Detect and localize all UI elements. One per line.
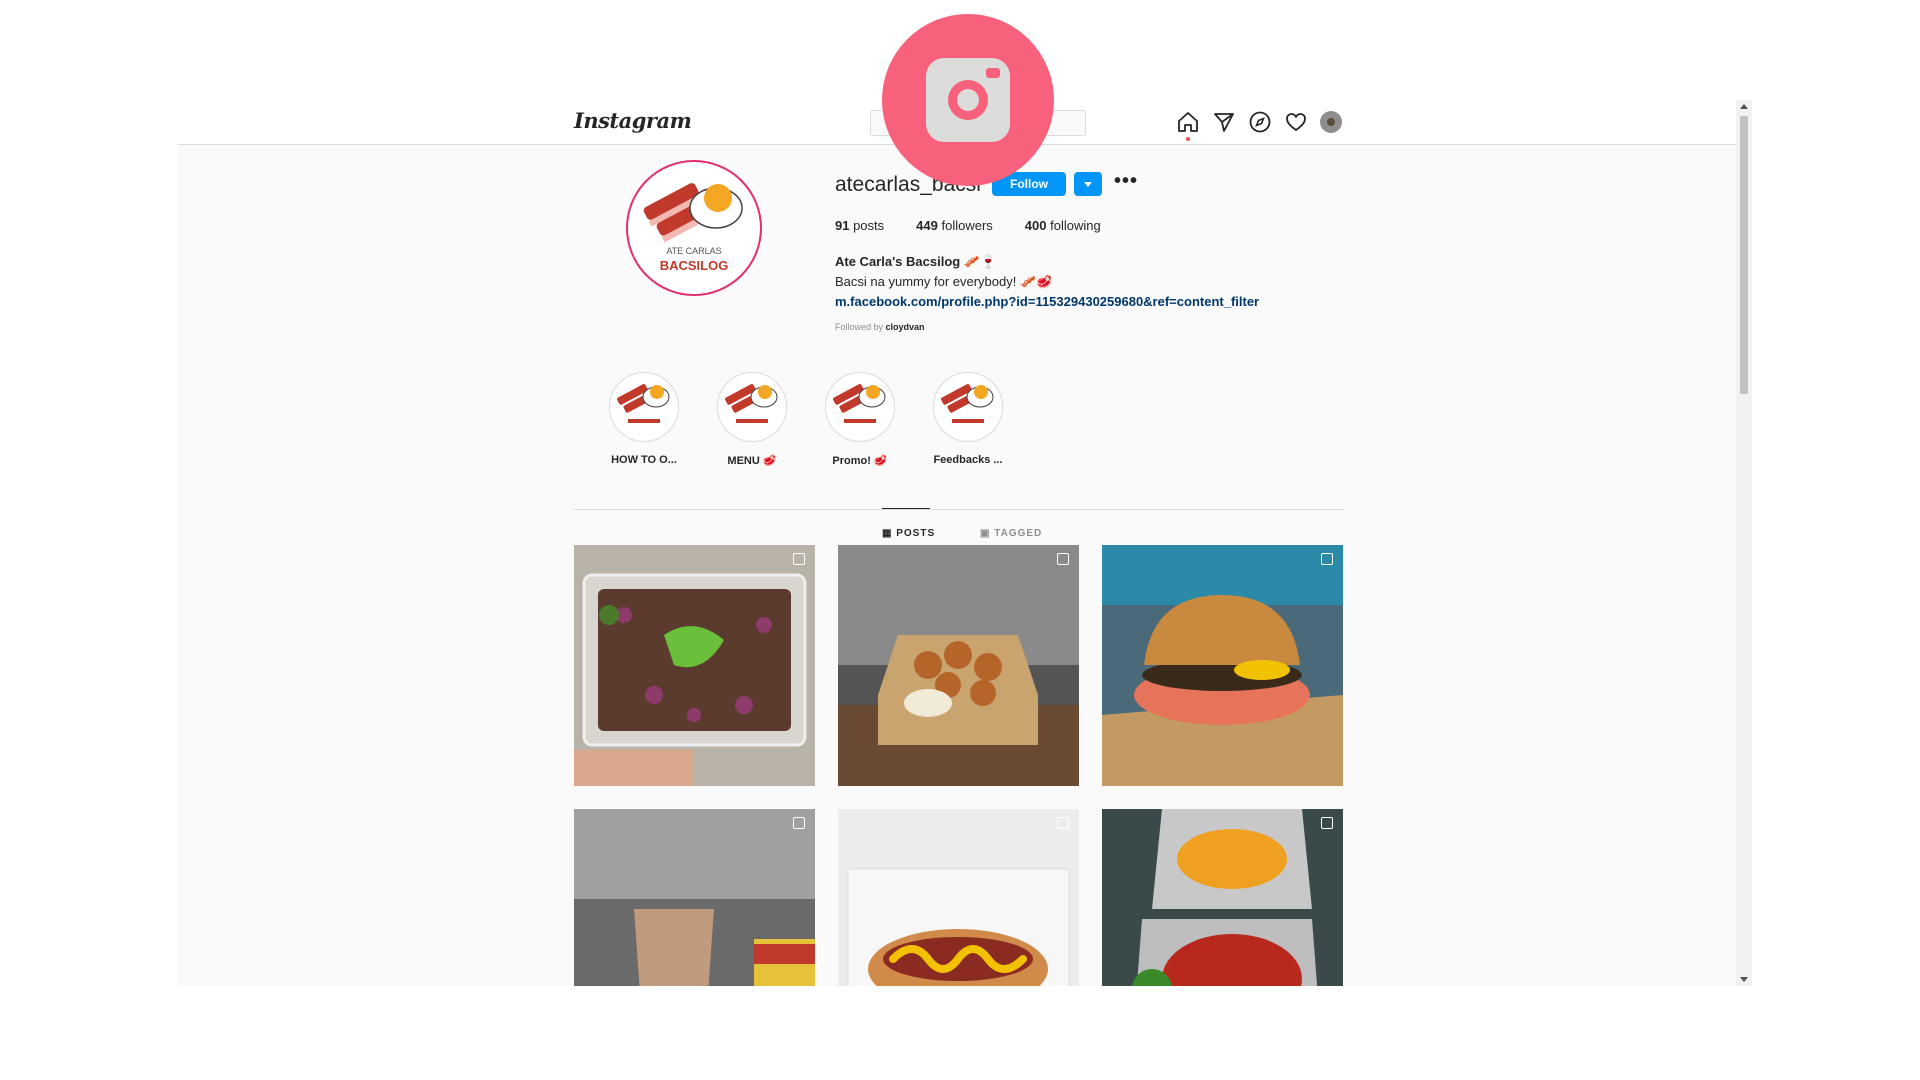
following-count[interactable]: 400 following <box>1025 218 1101 233</box>
page-scrollbar[interactable] <box>1736 100 1752 986</box>
bio-link[interactable]: m.facebook.com/profile.php?id=1153294302… <box>835 292 1259 312</box>
nav-icons <box>1176 110 1356 141</box>
camera-flash <box>986 68 1000 78</box>
followers-count[interactable]: 449 followers <box>916 218 993 233</box>
avatar <box>1320 111 1342 133</box>
highlight-label: HOW TO O... <box>611 454 677 466</box>
followed-by[interactable]: Followed by cloydvan <box>835 322 925 332</box>
story-highlights: HOW TO O... MENU 🥩 Promo! 🥩 Feedbacks ..… <box>608 372 1040 467</box>
highlight-cover <box>717 372 787 442</box>
tabs-divider <box>574 509 1344 510</box>
tab-posts[interactable]: ▦ POSTS <box>882 528 935 539</box>
highlight-cover <box>609 372 679 442</box>
post-thumbnail[interactable] <box>1102 545 1343 786</box>
profile-picture[interactable]: ATE CARLAS BACSILOG <box>626 160 762 296</box>
post-thumbnail[interactable] <box>574 809 815 986</box>
highlight-label: MENU 🥩 <box>727 455 777 467</box>
logo-text-top: ATE CARLAS <box>666 246 721 256</box>
highlight-cover <box>825 372 895 442</box>
highlight-menu[interactable]: MENU 🥩 <box>716 372 788 467</box>
explore-icon[interactable] <box>1248 110 1274 136</box>
multi-photo-icon <box>1321 817 1333 829</box>
multi-photo-icon <box>793 553 805 565</box>
highlight-feedbacks[interactable]: Feedbacks ... <box>932 372 1004 467</box>
posts-count: 91 posts <box>835 218 885 233</box>
notification-dot <box>1186 137 1190 141</box>
highlight-label: Promo! 🥩 <box>832 455 888 467</box>
scrollbar-thumb[interactable] <box>1740 116 1748 394</box>
browser-viewport: Instagram ATE CARLAS BACSILOG atecarlas_… <box>178 100 1752 986</box>
profile-avatar-icon[interactable] <box>1320 110 1346 136</box>
post-thumbnail[interactable] <box>838 809 1079 986</box>
camera-lens <box>948 80 988 120</box>
highlight-cover <box>933 372 1003 442</box>
direct-message-icon[interactable] <box>1212 110 1238 136</box>
suggested-accounts-dropdown-button[interactable] <box>1074 172 1102 196</box>
multi-photo-icon <box>1057 817 1069 829</box>
multi-photo-icon <box>1057 553 1069 565</box>
instagram-camera-icon <box>882 14 1054 186</box>
tab-tagged[interactable]: ▣ TAGGED <box>980 528 1042 539</box>
bio-text: Bacsi na yummy for everybody! 🥓🥩 <box>835 274 1053 289</box>
active-tab-indicator <box>882 508 930 509</box>
profile-bio: Ate Carla's Bacsilog 🥓🍷 Bacsi na yummy f… <box>835 252 1259 312</box>
multi-photo-icon <box>793 817 805 829</box>
profile-stats: 91 posts 449 followers 400 following <box>835 218 1133 233</box>
multi-photo-icon <box>1321 553 1333 565</box>
bio-full-name: Ate Carla's Bacsilog 🥓🍷 <box>835 254 997 269</box>
scroll-down-arrow[interactable] <box>1740 977 1748 982</box>
activity-heart-icon[interactable] <box>1284 110 1310 136</box>
scroll-up-arrow[interactable] <box>1740 104 1748 109</box>
post-thumbnail[interactable] <box>574 545 815 786</box>
post-thumbnail[interactable] <box>1102 809 1343 986</box>
post-thumbnail[interactable] <box>838 545 1079 786</box>
more-options-icon[interactable]: ••• <box>1114 170 1138 193</box>
logo-text-bottom: BACSILOG <box>660 258 729 273</box>
highlight-label: Feedbacks ... <box>933 454 1003 466</box>
instagram-logo[interactable]: Instagram <box>574 108 692 133</box>
highlight-promo[interactable]: Promo! 🥩 <box>824 372 896 467</box>
highlight-how-to-order[interactable]: HOW TO O... <box>608 372 680 467</box>
camera-body <box>926 58 1010 142</box>
home-icon[interactable] <box>1176 110 1202 141</box>
